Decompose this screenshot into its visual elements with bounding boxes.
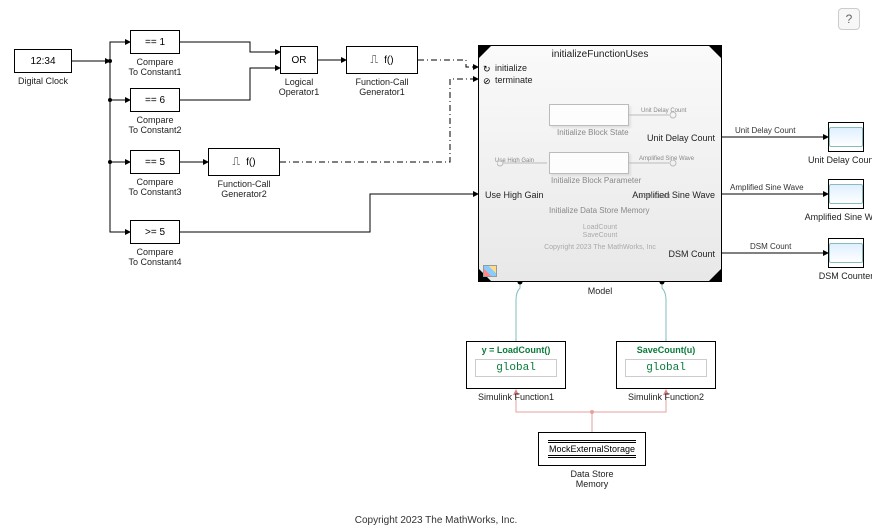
port-unit-delay-count: Unit Delay Count — [647, 133, 715, 143]
dsm-text: MockExternalStorage — [549, 444, 635, 454]
simfn2-body: global — [625, 359, 707, 377]
model-reference-block[interactable]: initializeFunctionUses ↻ initialize ⊘ te… — [478, 45, 722, 282]
compare-to-constant-1[interactable]: == 1 Compare To Constant1 — [130, 30, 180, 54]
port-use-high-gain: Use High Gain — [485, 190, 544, 200]
port-icon-term: ⊘ — [483, 76, 491, 87]
model-label: Model — [540, 286, 660, 296]
scope-screen-icon — [829, 127, 863, 147]
scope2-label: Amplified Sine Wave — [786, 212, 872, 222]
compare-to-constant-2[interactable]: == 6 Compare To Constant2 — [130, 88, 180, 112]
inner-box2-label: Initialize Block Parameter — [551, 176, 641, 185]
signal-unit-delay-count: Unit Delay Count — [735, 126, 795, 135]
model-inner-box2 — [549, 152, 629, 174]
inner-copy: Copyright 2023 The MathWorks, Inc — [479, 244, 721, 251]
logical-operator-or[interactable]: OR Logical Operator1 — [280, 46, 318, 74]
compare4-label: Compare To Constant4 — [95, 247, 215, 267]
inner-box1-label: Initialize Block State — [557, 128, 629, 137]
inner-foot1: LoadCount — [479, 224, 721, 231]
scope-unit-delay-counter[interactable]: Unit Delay Counter — [828, 122, 864, 152]
scope-dsm-counter[interactable]: DSM Counter — [828, 238, 864, 268]
inner-foot2: SaveCount — [479, 232, 721, 239]
compare3-text: == 5 — [145, 157, 165, 168]
signal-dsm-count: DSM Count — [750, 242, 791, 251]
simfn1-label: Simulink Function1 — [456, 392, 576, 402]
fcngen2-label: Function-Call Generator2 — [184, 179, 304, 199]
scope1-label: Unit Delay Counter — [786, 155, 872, 165]
model-title: initializeFunctionUses — [479, 49, 721, 60]
help-button[interactable]: ? — [838, 8, 860, 30]
inner-box3-sig: DSM Count — [639, 194, 670, 200]
data-store-memory[interactable]: MockExternalStorage Data Store Memory — [538, 432, 646, 466]
fcngen2-text: f() — [246, 157, 255, 168]
scope3-label: DSM Counter — [786, 271, 872, 281]
copyright-text: Copyright 2023 The MathWorks, Inc. — [355, 515, 518, 526]
compare-to-constant-4[interactable]: >= 5 Compare To Constant4 — [130, 220, 180, 244]
fcngen1-text: f() — [384, 55, 393, 66]
function-call-generator-2[interactable]: ⎍ f() Function-Call Generator2 — [208, 148, 280, 176]
simfn1-body: global — [475, 359, 557, 377]
compare-to-constant-3[interactable]: == 5 Compare To Constant3 — [130, 150, 180, 174]
scope-screen-icon — [829, 184, 863, 204]
simulink-function-2[interactable]: SaveCount(u) global Simulink Function2 — [616, 341, 716, 389]
scope-amplified-sine-wave[interactable]: Amplified Sine Wave — [828, 179, 864, 209]
or-text: OR — [292, 55, 307, 66]
digital-clock-block[interactable]: 12:34 Digital Clock — [14, 49, 72, 73]
compare1-text: == 1 — [145, 37, 165, 48]
model-inner-box1 — [549, 104, 629, 126]
simulink-function-1[interactable]: y = LoadCount() global Simulink Function… — [466, 341, 566, 389]
model-mask-icon — [483, 265, 497, 277]
port-icon-init: ↻ — [483, 64, 491, 75]
inner-box3-label: Initialize Data Store Memory — [549, 206, 649, 215]
signal-amplified-sine-wave: Amplified Sine Wave — [730, 183, 804, 192]
pulse-icon: ⎍ — [232, 156, 240, 169]
function-call-generator-1[interactable]: ⎍ f() Function-Call Generator1 — [346, 46, 418, 74]
digital-clock-label: Digital Clock — [0, 76, 103, 86]
compare1-label: Compare To Constant1 — [95, 57, 215, 77]
simfn1-header: y = LoadCount() — [467, 342, 565, 355]
compare2-text: == 6 — [145, 95, 165, 106]
compare2-label: Compare To Constant2 — [95, 115, 215, 135]
dsm-label: Data Store Memory — [532, 469, 652, 489]
simfn2-header: SaveCount(u) — [617, 342, 715, 355]
port-initialize: initialize — [495, 63, 527, 73]
simfn2-label: Simulink Function2 — [606, 392, 726, 402]
port-terminate: terminate — [495, 75, 533, 85]
compare4-text: >= 5 — [145, 227, 165, 238]
pulse-icon: ⎍ — [370, 54, 378, 67]
fcngen1-label: Function-Call Generator1 — [322, 77, 442, 97]
scope-screen-icon — [829, 243, 863, 263]
digital-clock-value: 12:34 — [30, 56, 55, 67]
